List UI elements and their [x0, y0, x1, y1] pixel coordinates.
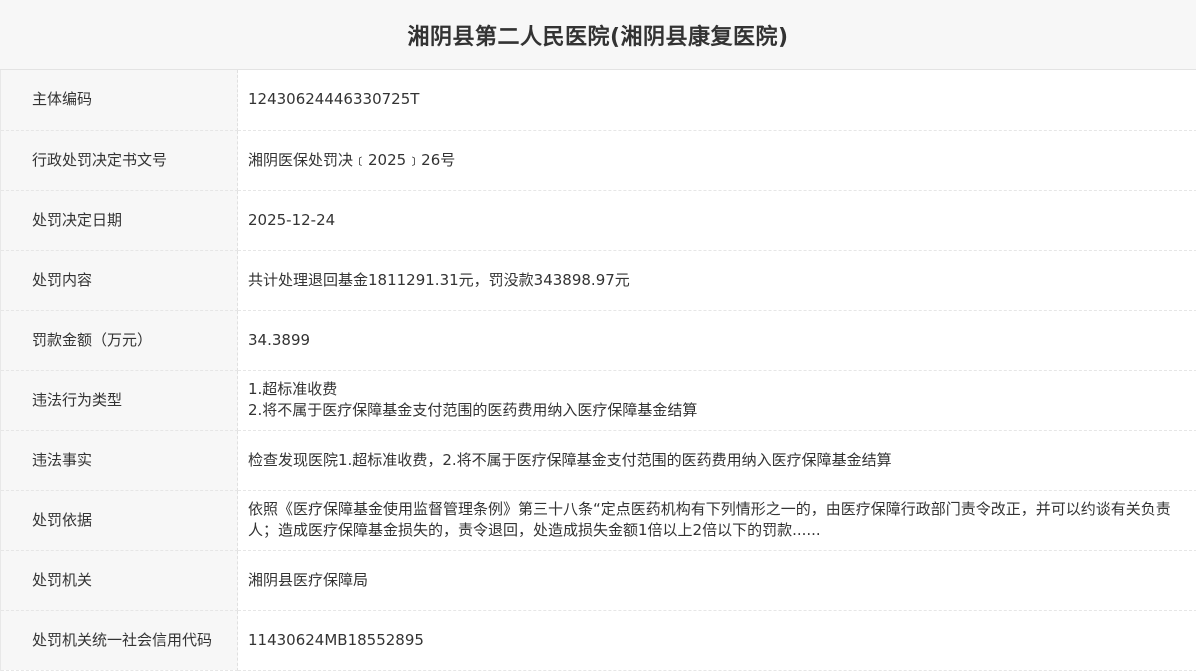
table-row: 处罚内容 共计处理退回基金1811291.31元，罚没款343898.97元 [0, 250, 1196, 311]
field-label: 处罚决定日期 [0, 190, 238, 251]
field-value-line: 1.超标准收费 [248, 380, 338, 398]
page-title: 湘阴县第二人民医院(湘阴县康复医院) [407, 24, 789, 50]
title-bar: 湘阴县第二人民医院(湘阴县康复医院) [0, 0, 1196, 70]
field-label: 违法事实 [0, 430, 238, 491]
field-value-line: 检查发现医院1.超标准收费，2.将不属于医疗保障基金支付范围的医药费用纳入医疗保… [248, 450, 892, 469]
field-value: 依照《医疗保障基金使用监督管理条例》第三十八条“定点医药机构有下列情形之一的，由… [237, 490, 1196, 551]
table-row: 处罚机关统一社会信用代码 11430624MB18552895 [0, 610, 1196, 671]
table-row: 主体编码 12430624446330725T [0, 70, 1196, 131]
table-row: 违法事实 检查发现医院1.超标准收费，2.将不属于医疗保障基金支付范围的医药费用纳… [0, 430, 1196, 491]
table-row: 处罚依据 依照《医疗保障基金使用监督管理条例》第三十八条“定点医药机构有下列情形之… [0, 490, 1196, 551]
field-value: 1.超标准收费 2.将不属于医疗保障基金支付范围的医药费用纳入医疗保障基金结算 [237, 370, 1196, 431]
penalty-info-table: 主体编码 12430624446330725T 行政处罚决定书文号 湘阴医保处罚决﹝2… [0, 70, 1196, 671]
field-label: 违法行为类型 [0, 370, 238, 431]
field-value-line: 34.3899 [248, 330, 311, 349]
field-label: 行政处罚决定书文号 [0, 130, 238, 191]
field-value-line: 湘阴医保处罚决﹝2025﹞26号 [248, 150, 456, 169]
field-value: 2025-12-24 [237, 190, 1196, 251]
field-value: 检查发现医院1.超标准收费，2.将不属于医疗保障基金支付范围的医药费用纳入医疗保… [237, 430, 1196, 491]
field-label: 处罚机关 [0, 550, 238, 611]
field-value-line: 2.将不属于医疗保障基金支付范围的医药费用纳入医疗保障基金结算 [248, 401, 698, 419]
field-value-line: 12430624446330725T [248, 90, 420, 109]
field-value: 湘阴县医疗保障局 [237, 550, 1196, 611]
field-value-line: 11430624MB18552895 [248, 630, 424, 649]
penalty-detail-page: 湘阴县第二人民医院(湘阴县康复医院) 主体编码 12430624446330725… [0, 0, 1196, 672]
table-row: 处罚决定日期 2025-12-24 [0, 190, 1196, 251]
field-label: 处罚内容 [0, 250, 238, 311]
table-row: 违法行为类型 1.超标准收费 2.将不属于医疗保障基金支付范围的医药费用纳入医疗保障… [0, 370, 1196, 431]
field-value-line: 共计处理退回基金1811291.31元，罚没款343898.97元 [248, 270, 630, 289]
table-row: 罚款金额（万元） 34.3899 [0, 310, 1196, 371]
table-row: 处罚机关 湘阴县医疗保障局 [0, 550, 1196, 611]
field-value: 12430624446330725T [237, 70, 1196, 131]
field-value-line: 湘阴县医疗保障局 [248, 570, 369, 589]
field-value-line: 依照《医疗保障基金使用监督管理条例》第三十八条“定点医药机构有下列情形之一的，由… [248, 500, 1171, 539]
table-row: 行政处罚决定书文号 湘阴医保处罚决﹝2025﹞26号 [0, 130, 1196, 191]
field-value: 34.3899 [237, 310, 1196, 371]
field-label: 处罚机关统一社会信用代码 [0, 610, 238, 671]
field-value: 湘阴医保处罚决﹝2025﹞26号 [237, 130, 1196, 191]
field-label: 罚款金额（万元） [0, 310, 238, 371]
field-value-line: 2025-12-24 [248, 210, 336, 229]
field-label: 处罚依据 [0, 490, 238, 551]
field-label: 主体编码 [0, 70, 238, 131]
field-value: 共计处理退回基金1811291.31元，罚没款343898.97元 [237, 250, 1196, 311]
field-value: 11430624MB18552895 [237, 610, 1196, 671]
